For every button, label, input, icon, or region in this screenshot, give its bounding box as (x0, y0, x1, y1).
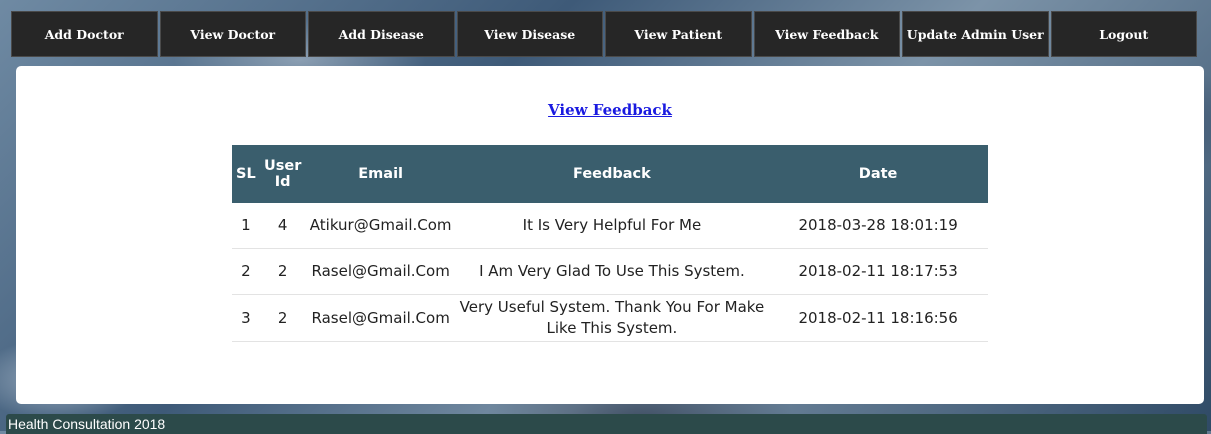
cell-user-id: 2 (259, 248, 306, 295)
nav-view-patient-button[interactable]: View Patient (605, 11, 752, 57)
cell-date: 2018-02-11 18:17:53 (768, 248, 988, 295)
nav-add-disease-button[interactable]: Add Disease (308, 11, 455, 57)
table-header-row: SL User Id Email Feedback Date (232, 145, 988, 203)
content-panel: View Feedback SL User Id Email Feedback … (16, 66, 1204, 404)
nav-view-disease-button[interactable]: View Disease (456, 11, 603, 57)
cell-date: 2018-03-28 18:01:19 (768, 203, 988, 249)
view-feedback-link[interactable]: View Feedback (548, 101, 672, 119)
header-user-id: User Id (259, 145, 306, 203)
header-sl: SL (232, 145, 260, 203)
nav-view-feedback-button[interactable]: View Feedback (753, 11, 900, 57)
cell-email: Atikur@Gmail.Com (305, 203, 456, 249)
top-nav: Add Doctor View Doctor Add Disease View … (11, 11, 1197, 57)
cell-email: Rasel@Gmail.Com (305, 248, 456, 295)
cell-user-id: 4 (259, 203, 306, 249)
cell-feedback: It Is Very Helpful For Me (455, 203, 769, 249)
table-row: 3 2 Rasel@Gmail.Com Very Useful System. … (232, 294, 988, 342)
cell-sl: 2 (232, 248, 260, 295)
cell-date: 2018-02-11 18:16:56 (768, 294, 988, 342)
table-row: 1 4 Atikur@Gmail.Com It Is Very Helpful … (232, 203, 988, 249)
nav-logout-button[interactable]: Logout (1050, 11, 1197, 57)
feedback-table: SL User Id Email Feedback Date 1 4 Atiku… (232, 145, 988, 342)
nav-update-admin-user-button[interactable]: Update Admin User (902, 11, 1049, 57)
header-date: Date (768, 145, 988, 203)
cell-feedback: I Am Very Glad To Use This System. (455, 248, 769, 295)
page-title: View Feedback (16, 101, 1204, 119)
cell-sl: 3 (232, 294, 260, 342)
header-email: Email (305, 145, 456, 203)
nav-view-doctor-button[interactable]: View Doctor (159, 11, 306, 57)
nav-add-doctor-button[interactable]: Add Doctor (11, 11, 158, 57)
table-row: 2 2 Rasel@Gmail.Com I Am Very Glad To Us… (232, 248, 988, 295)
cell-email: Rasel@Gmail.Com (305, 294, 456, 342)
footer: Health Consultation 2018 (6, 414, 1207, 434)
cell-sl: 1 (232, 203, 260, 249)
cell-feedback: Very Useful System. Thank You For Make L… (455, 294, 769, 342)
cell-user-id: 2 (259, 294, 306, 342)
header-feedback: Feedback (455, 145, 769, 203)
